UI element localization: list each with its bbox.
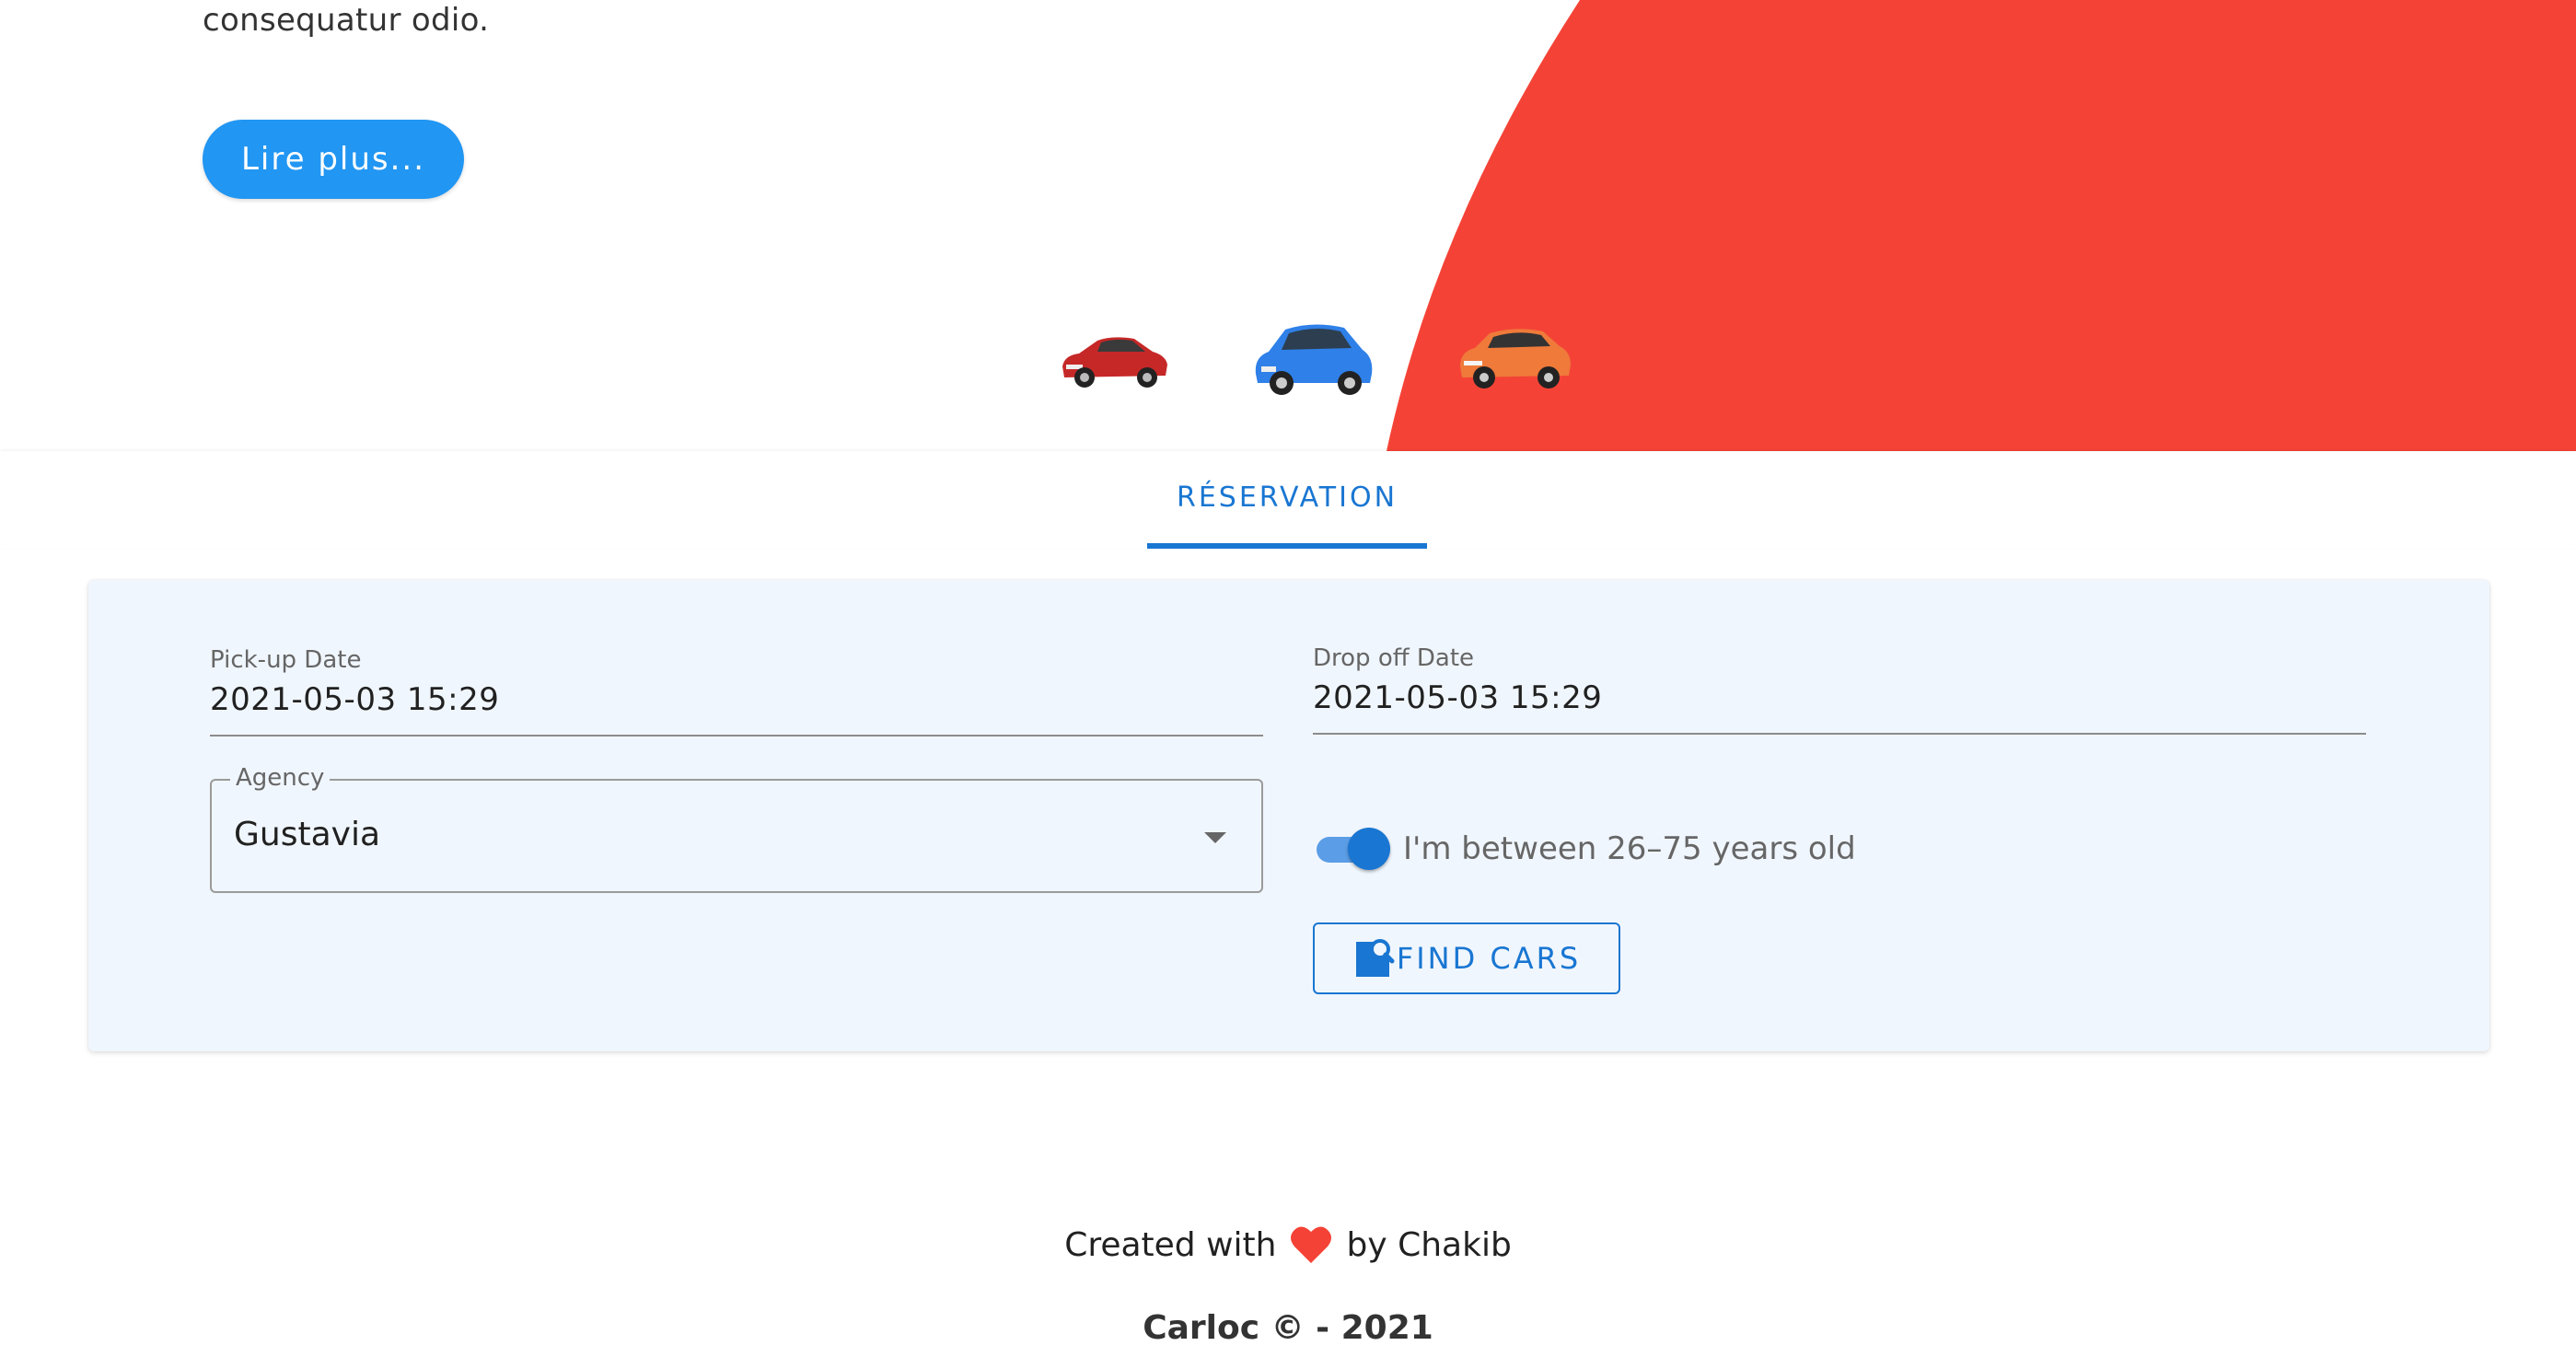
age-toggle-label[interactable]: I'm between 26–75 years old: [1403, 830, 1856, 867]
pickup-date-underline: [210, 735, 1263, 736]
dropoff-date-field[interactable]: Drop off Date 2021-05-03 15:29: [1313, 644, 2366, 736]
find-cars-label: FIND CARS: [1396, 941, 1582, 976]
search-document-icon: [1355, 939, 1395, 977]
heart-icon: [1291, 1226, 1332, 1263]
agency-selected-value: Gustavia: [234, 816, 381, 853]
read-more-button[interactable]: Lire plus...: [203, 120, 464, 199]
footer-created-prefix: Created with: [1064, 1225, 1277, 1264]
agency-label: Agency: [230, 764, 331, 792]
tab-reservation-label: RÉSERVATION: [1176, 481, 1398, 514]
agency-select[interactable]: Agency Gustavia: [210, 764, 1263, 893]
pickup-date-value[interactable]: 2021-05-03 15:29: [210, 681, 499, 718]
blue-hatchback-image[interactable]: [1248, 309, 1377, 401]
pickup-date-field[interactable]: Pick-up Date 2021-05-03 15:29: [210, 646, 1263, 738]
tabs-bar: RÉSERVATION: [0, 451, 2576, 549]
chevron-down-icon[interactable]: [1204, 832, 1226, 843]
find-cars-button[interactable]: FIND CARS: [1313, 922, 1620, 994]
reservation-card: Pick-up Date 2021-05-03 15:29 Drop off D…: [88, 580, 2489, 1051]
orange-suv-image[interactable]: [1455, 309, 1574, 401]
copyright-text: Carloc © - 2021: [1143, 1309, 1433, 1347]
tab-active-indicator: [1147, 543, 1427, 549]
dropoff-date-underline: [1313, 733, 2366, 735]
red-sedan-image[interactable]: [1057, 309, 1171, 401]
tab-reservation[interactable]: RÉSERVATION: [1147, 451, 1427, 549]
pickup-date-label: Pick-up Date: [210, 646, 362, 674]
toggle-thumb[interactable]: [1348, 828, 1390, 870]
hero-section: consequatur odio. Lire plus...: [0, 0, 2576, 451]
footer-credit: Created with by Chakib: [0, 1224, 2576, 1265]
age-toggle-switch[interactable]: [1313, 824, 1390, 874]
dropoff-date-label: Drop off Date: [1313, 644, 1475, 672]
footer-created-suffix: by Chakib: [1346, 1225, 1512, 1264]
dropoff-date-value[interactable]: 2021-05-03 15:29: [1313, 679, 1602, 716]
age-toggle-row: I'm between 26–75 years old: [1313, 821, 1856, 876]
hero-text: consequatur odio.: [203, 2, 490, 39]
